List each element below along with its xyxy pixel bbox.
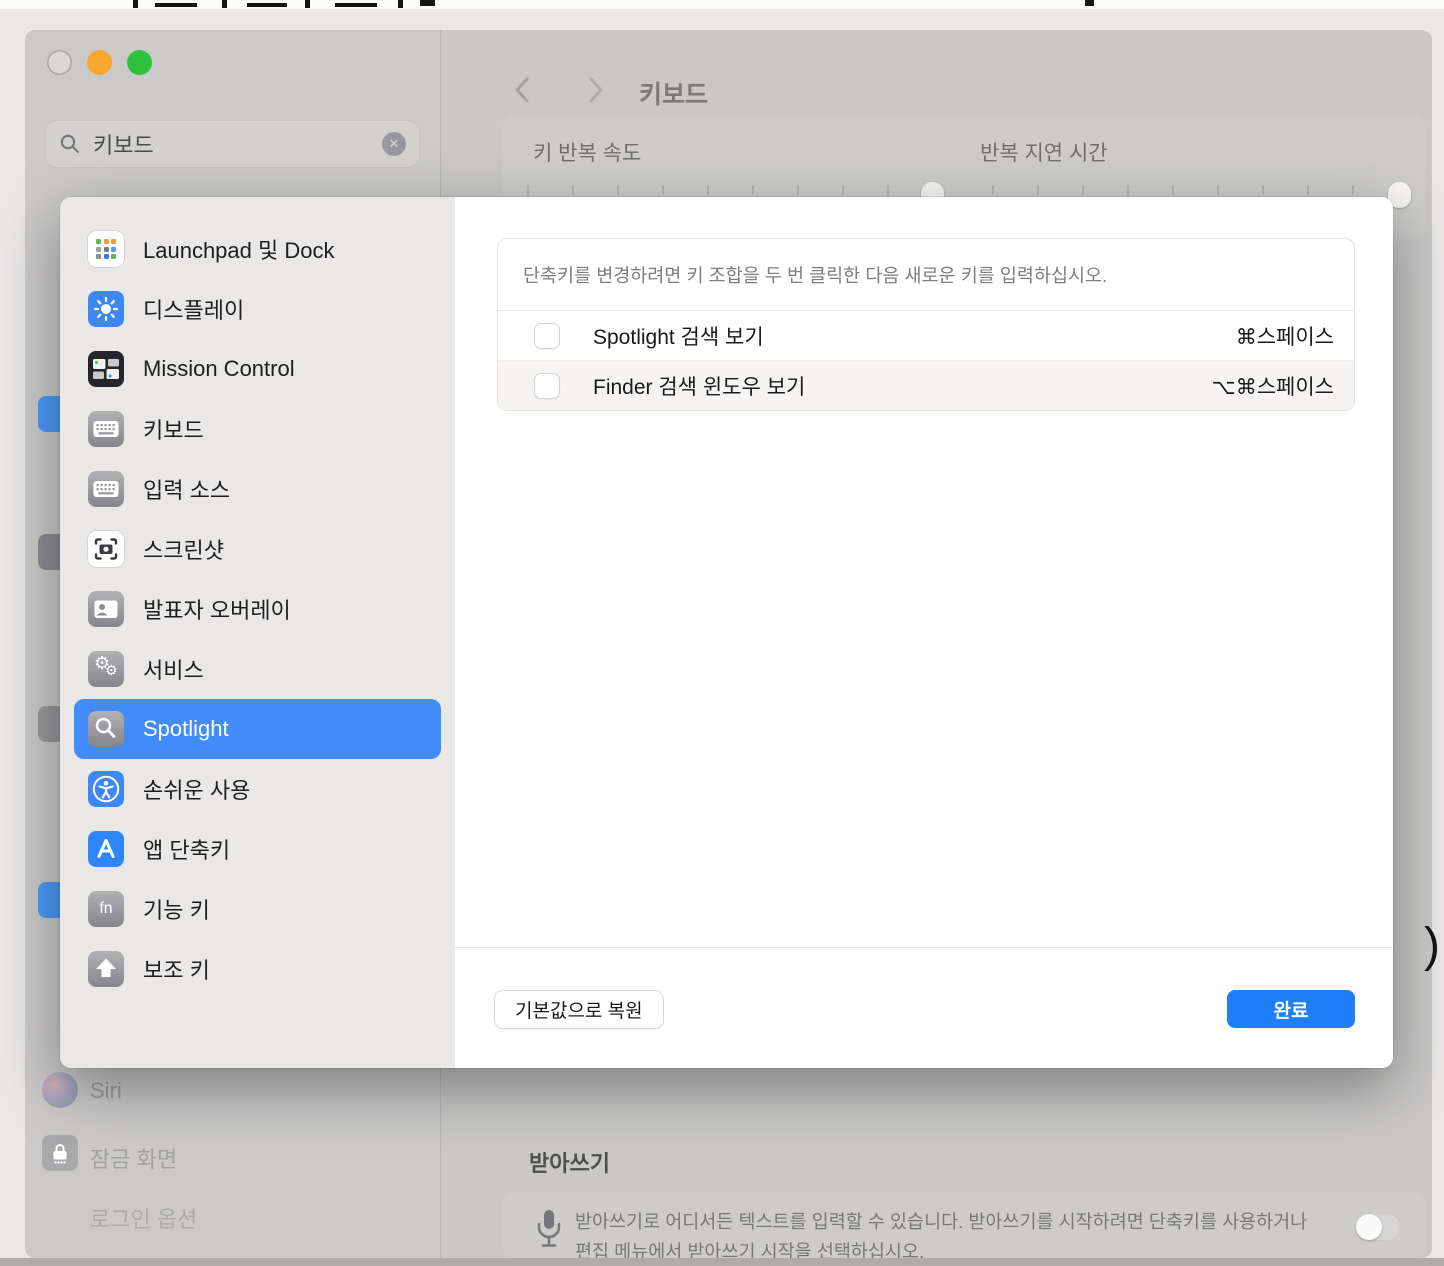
search-icon: [59, 133, 81, 155]
dictation-card: 받아쓰기로 어디서든 텍스트를 입력할 수 있습니다. 받아쓰기를 시작하려면 …: [503, 1192, 1425, 1258]
shortcut-row-finder-search[interactable]: Finder 검색 윈도우 보기 ⌥⌘스페이스: [498, 361, 1354, 410]
spotlight-magnifier-icon: [88, 711, 124, 747]
spotlight-search-shortcut-value[interactable]: ⌘스페이스: [1236, 321, 1334, 351]
shortcuts-detail-pane: 단축키를 변경하려면 키 조합을 두 번 클릭한 다음 새로운 키를 입력하십시…: [455, 197, 1393, 1068]
presenter-overlay-icon: [88, 591, 124, 627]
category-launchpad-dock[interactable]: Launchpad 및 Dock: [74, 219, 441, 279]
category-keyboard[interactable]: 키보드: [74, 399, 441, 459]
app-store-icon: [88, 831, 124, 867]
shift-arrow-icon: [88, 951, 124, 987]
finder-search-shortcut-value[interactable]: ⌥⌘스페이스: [1212, 371, 1334, 401]
screenshot-icon: [88, 531, 124, 567]
category-services[interactable]: ⚙ ⚙ 서비스: [74, 639, 441, 699]
shortcuts-table: 단축키를 변경하려면 키 조합을 두 번 클릭한 다음 새로운 키를 입력하십시…: [497, 238, 1355, 411]
lock-screen-icon[interactable]: [42, 1135, 78, 1171]
sidebar-item-lock-screen[interactable]: 잠금 화면: [90, 1142, 177, 1174]
cut-off-content-strip: [0, 0, 1444, 9]
back-button[interactable]: [511, 75, 535, 105]
minimize-window-button[interactable]: [87, 50, 112, 75]
shortcut-row-spotlight-search[interactable]: Spotlight 검색 보기 ⌘스페이스: [498, 311, 1354, 361]
zoom-window-button[interactable]: [127, 50, 152, 75]
search-value: 키보드: [93, 128, 370, 160]
cut-off-paren-glyph: ): [1424, 918, 1440, 973]
clear-search-icon[interactable]: ✕: [382, 132, 406, 156]
siri-icon[interactable]: [42, 1072, 78, 1108]
finder-search-checkbox[interactable]: [534, 373, 560, 399]
shortcuts-instruction: 단축키를 변경하려면 키 조합을 두 번 클릭한 다음 새로운 키를 입력하십시…: [498, 239, 1354, 311]
category-input-sources[interactable]: 입력 소스: [74, 459, 441, 519]
dictation-heading: 받아쓰기: [529, 1146, 610, 1178]
window-bottom-edge: [0, 1258, 1444, 1266]
spotlight-search-checkbox[interactable]: [534, 323, 560, 349]
search-input[interactable]: 키보드 ✕: [45, 120, 420, 168]
category-screenshots[interactable]: 스크린샷: [74, 519, 441, 579]
restore-defaults-button[interactable]: 기본값으로 복원: [495, 991, 663, 1028]
accessibility-icon: [88, 771, 124, 807]
dictation-toggle[interactable]: [1355, 1213, 1401, 1241]
done-button[interactable]: 완료: [1227, 990, 1355, 1028]
sidebar-item-login-options[interactable]: 로그인 옵션: [90, 1202, 197, 1234]
page-title: 키보드: [639, 75, 708, 111]
mission-control-icon: [88, 351, 124, 387]
category-modifier-keys[interactable]: 보조 키: [74, 939, 441, 999]
forward-button[interactable]: [583, 75, 607, 105]
repeat-delay-label: 반복 지연 시간: [980, 137, 1108, 167]
category-function-keys[interactable]: fn 기능 키: [74, 879, 441, 939]
microphone-icon: [535, 1208, 563, 1254]
category-spotlight[interactable]: Spotlight: [74, 699, 441, 759]
fn-key-icon: fn: [88, 891, 124, 927]
category-app-shortcuts[interactable]: 앱 단축키: [74, 819, 441, 879]
sheet-footer: 기본값으로 복원 완료: [455, 947, 1393, 1068]
dictation-description-line1: 받아쓰기로 어디서든 텍스트를 입력할 수 있습니다. 받아쓰기를 시작하려면 …: [575, 1208, 1307, 1234]
services-gears-icon: ⚙ ⚙: [88, 651, 124, 687]
sidebar-item-siri[interactable]: Siri: [90, 1078, 122, 1104]
shortcuts-category-list: Launchpad 및 Dock 디스플레이: [60, 197, 455, 1068]
category-mission-control[interactable]: Mission Control: [74, 339, 441, 399]
category-presenter-overlay[interactable]: 발표자 오버레이: [74, 579, 441, 639]
keyboard-shortcuts-sheet: Launchpad 및 Dock 디스플레이: [60, 197, 1393, 1068]
category-accessibility[interactable]: 손쉬운 사용: [74, 759, 441, 819]
launchpad-icon: [88, 231, 124, 267]
lock-icon: [47, 1140, 73, 1166]
key-repeat-label: 키 반복 속도: [533, 137, 641, 167]
close-window-button[interactable]: [47, 50, 72, 75]
display-brightness-icon: [88, 291, 124, 327]
keyboard-icon: [88, 411, 124, 447]
category-displays[interactable]: 디스플레이: [74, 279, 441, 339]
input-sources-icon: [88, 471, 124, 507]
